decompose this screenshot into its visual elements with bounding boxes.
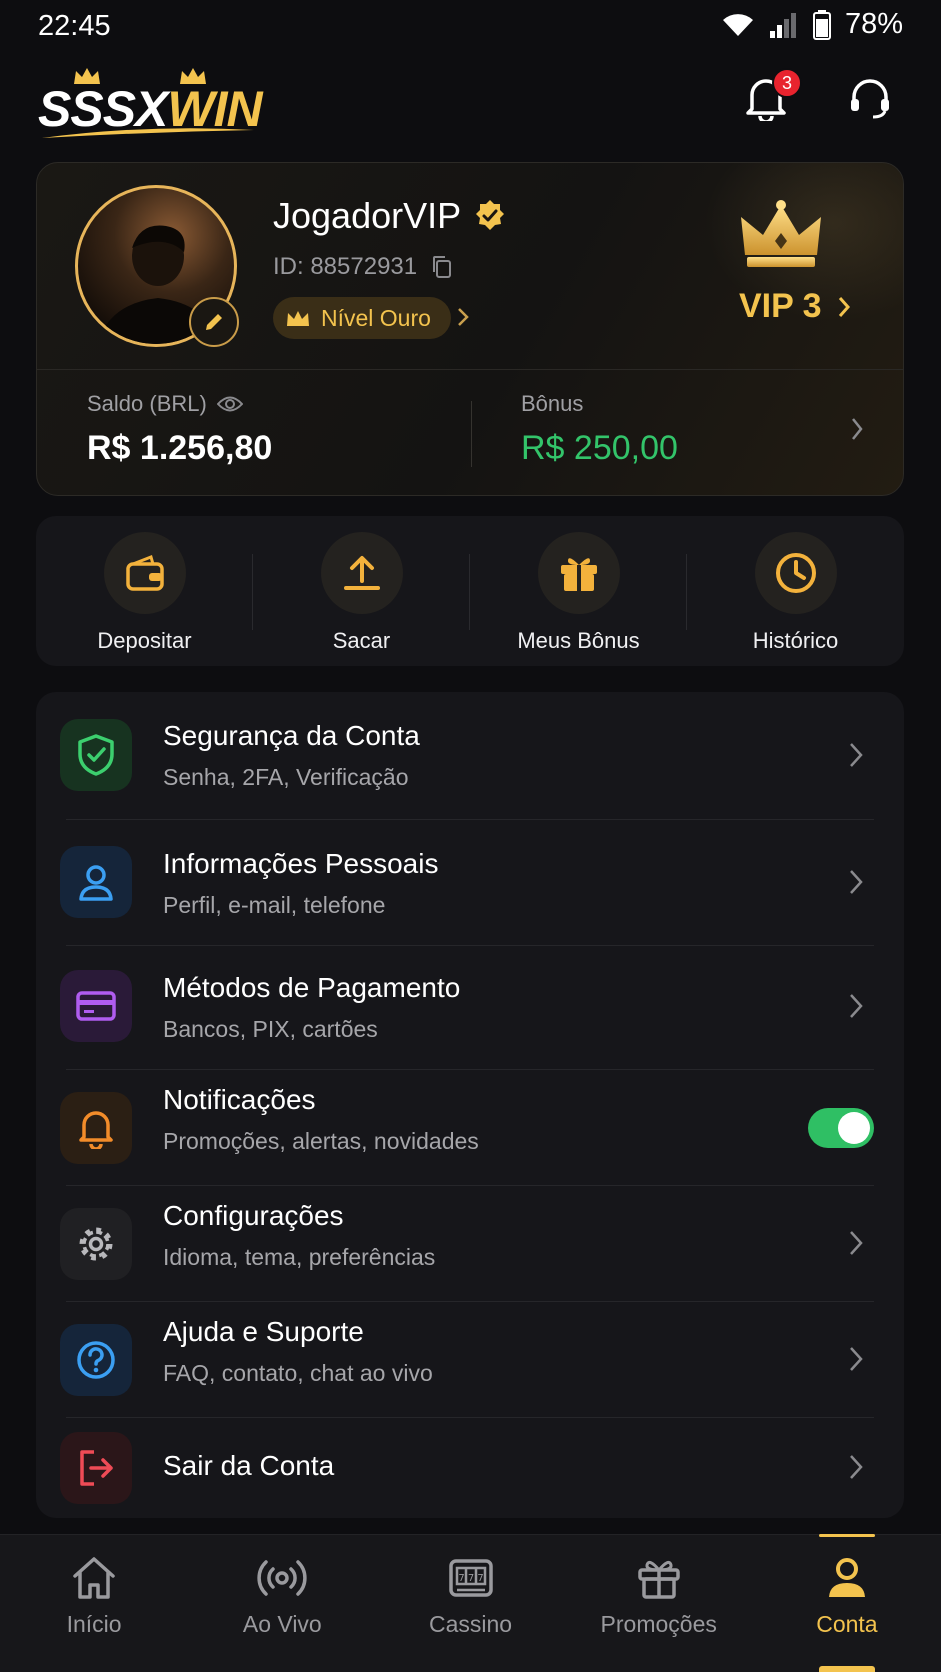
svg-text:7: 7 bbox=[458, 1573, 464, 1584]
active-indicator bbox=[818, 1666, 875, 1672]
nav-casino[interactable]: 7 7 7 Cassino bbox=[376, 1535, 564, 1672]
chevron-right-icon bbox=[850, 743, 863, 767]
bonus-value: R$ 250,00 bbox=[521, 429, 678, 467]
menu-item-title: Informações Pessoais bbox=[163, 848, 439, 879]
bottom-nav: Início Ao Vivo 7 7 7 Cassino Promoções C… bbox=[0, 1534, 941, 1672]
notifications-button[interactable]: 3 bbox=[736, 68, 802, 128]
notification-badge: 3 bbox=[772, 68, 802, 98]
svg-text:7: 7 bbox=[477, 1573, 483, 1584]
menu-item-personal-info[interactable]: Informações Pessoais Perfil, e-mail, tel… bbox=[36, 820, 904, 944]
history-button[interactable]: Histórico bbox=[687, 516, 904, 666]
gift-icon bbox=[637, 1560, 680, 1599]
withdraw-button[interactable]: Sacar bbox=[253, 516, 470, 666]
chevron-right-icon bbox=[850, 1347, 863, 1371]
menu-item-payment-methods[interactable]: Métodos de Pagamento Bancos, PIX, cartõe… bbox=[36, 946, 904, 1070]
svg-text:7: 7 bbox=[467, 1573, 473, 1584]
menu-item-subtitle: Perfil, e-mail, telefone bbox=[163, 892, 386, 918]
balance-label: Saldo (BRL) bbox=[87, 391, 272, 417]
slot-machine-icon: 7 7 7 bbox=[448, 1559, 493, 1597]
menu-item-subtitle: Senha, 2FA, Verificação bbox=[163, 764, 409, 790]
menu-item-notifications: Notificações Promoções, alertas, novidad… bbox=[36, 1070, 904, 1186]
vip-crown-icon bbox=[741, 200, 821, 267]
menu-item-title: Ajuda e Suporte bbox=[163, 1316, 364, 1347]
chevron-right-icon bbox=[850, 1455, 863, 1479]
menu-item-subtitle: FAQ, contato, chat ao vivo bbox=[163, 1360, 433, 1386]
battery-icon bbox=[812, 9, 831, 40]
chevron-right-icon bbox=[850, 870, 863, 894]
balance-value: R$ 1.256,80 bbox=[87, 429, 273, 467]
notifications-toggle[interactable] bbox=[808, 1108, 874, 1148]
menu-item-title: Segurança da Conta bbox=[163, 720, 420, 751]
divider bbox=[471, 401, 472, 467]
menu-item-title: Configurações bbox=[163, 1200, 344, 1231]
upload-icon bbox=[343, 556, 380, 590]
nav-account[interactable]: Conta bbox=[753, 1534, 941, 1672]
eye-icon[interactable] bbox=[216, 395, 243, 413]
pencil-icon bbox=[206, 314, 222, 330]
logout-icon bbox=[80, 1450, 113, 1486]
copy-icon[interactable] bbox=[431, 255, 453, 279]
nav-promotions[interactable]: Promoções bbox=[565, 1535, 753, 1672]
gear-icon bbox=[79, 1227, 113, 1261]
verified-badge-icon bbox=[476, 200, 505, 230]
quick-actions: Depositar Sacar Meus Bônus Histórico bbox=[36, 516, 904, 666]
wifi-icon bbox=[722, 13, 753, 36]
status-time: 22:45 bbox=[38, 10, 111, 42]
menu-item-subtitle: Idioma, tema, preferências bbox=[163, 1244, 436, 1270]
active-indicator bbox=[818, 1534, 875, 1537]
support-button[interactable] bbox=[840, 68, 900, 128]
nav-live[interactable]: Ao Vivo bbox=[188, 1535, 376, 1672]
battery-percent: 78% bbox=[844, 8, 903, 40]
status-bar: 22:45 78% bbox=[0, 0, 941, 56]
menu-item-title: Notificações bbox=[163, 1084, 316, 1115]
headset-icon bbox=[851, 79, 889, 119]
user-id: ID: 88572931 bbox=[273, 253, 453, 281]
brand-logo[interactable]: SSSXWIN bbox=[38, 62, 278, 142]
chevron-right-icon bbox=[850, 994, 863, 1018]
crown-icon bbox=[287, 311, 309, 326]
menu-item-subtitle: Bancos, PIX, cartões bbox=[163, 1016, 378, 1042]
shield-check-icon bbox=[78, 734, 114, 776]
bonus-section[interactable]: Bônus R$ 250,00 bbox=[521, 391, 678, 468]
app-header: SSSXWIN 3 bbox=[0, 56, 941, 156]
menu-item-title: Sair da Conta bbox=[163, 1450, 335, 1481]
gift-icon bbox=[560, 558, 597, 591]
level-badge[interactable]: Nível Ouro bbox=[273, 297, 451, 339]
nav-home[interactable]: Início bbox=[0, 1535, 188, 1672]
clock-icon bbox=[775, 553, 816, 593]
signal-icon bbox=[769, 12, 796, 38]
wallet-icon bbox=[125, 555, 164, 591]
chevron-right-icon[interactable] bbox=[849, 415, 865, 443]
status-icons: 78% bbox=[721, 8, 903, 41]
menu-item-logout[interactable]: Sair da Conta bbox=[36, 1418, 904, 1518]
user-icon bbox=[79, 865, 113, 901]
menu-item-title: Métodos de Pagamento bbox=[163, 972, 461, 1003]
balance-section: Saldo (BRL) R$ 1.256,80 bbox=[87, 391, 272, 468]
help-icon bbox=[77, 1341, 115, 1379]
edit-avatar-button[interactable] bbox=[189, 297, 239, 347]
account-menu: Segurança da Conta Senha, 2FA, Verificaç… bbox=[36, 692, 904, 1518]
logo-swoosh-icon bbox=[42, 128, 254, 138]
deposit-button[interactable]: Depositar bbox=[36, 516, 253, 666]
bonus-label: Bônus bbox=[521, 391, 584, 416]
username: JogadorVIP bbox=[273, 195, 507, 237]
divider bbox=[37, 369, 903, 370]
chevron-right-icon bbox=[850, 1231, 863, 1255]
menu-item-help[interactable]: Ajuda e Suporte FAQ, contato, chat ao vi… bbox=[36, 1302, 904, 1418]
card-icon bbox=[76, 991, 116, 1021]
chevron-right-icon bbox=[458, 308, 469, 326]
my-bonuses-button[interactable]: Meus Bônus bbox=[470, 516, 687, 666]
profile-card: JogadorVIP ID: 88572931 Nível Ouro VIP 3… bbox=[36, 162, 904, 496]
menu-item-security[interactable]: Segurança da Conta Senha, 2FA, Verificaç… bbox=[36, 692, 904, 818]
menu-item-settings[interactable]: Configurações Idioma, tema, preferências bbox=[36, 1186, 904, 1302]
menu-item-subtitle: Promoções, alertas, novidades bbox=[163, 1128, 479, 1154]
vip-level-link[interactable]: VIP 3 bbox=[739, 287, 852, 326]
home-icon bbox=[73, 1557, 115, 1599]
chevron-right-icon bbox=[838, 296, 850, 317]
live-icon bbox=[257, 1560, 307, 1596]
bell-icon bbox=[79, 1111, 113, 1149]
user-icon bbox=[828, 1558, 865, 1597]
